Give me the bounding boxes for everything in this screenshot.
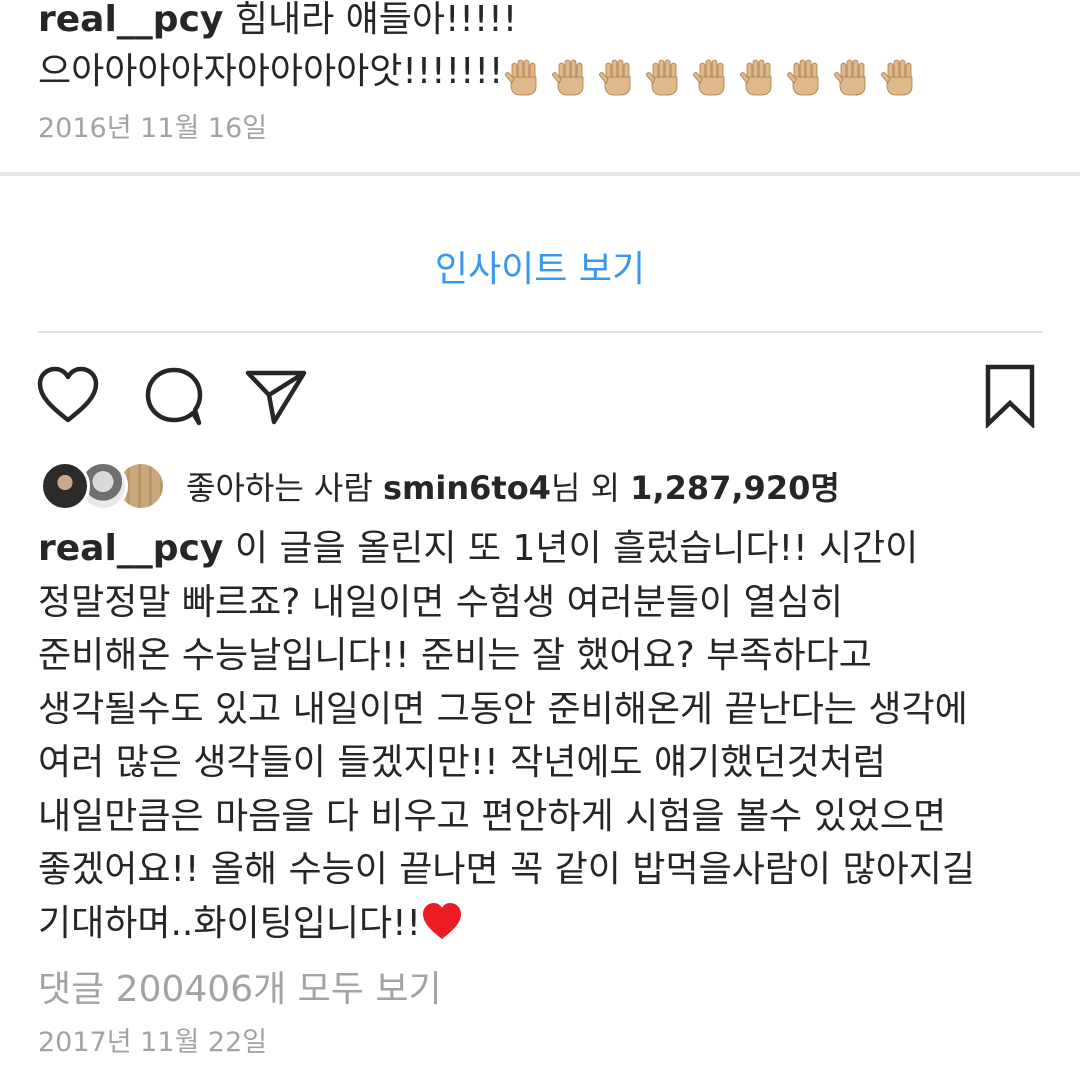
raised-hand-emoji-icon xyxy=(693,59,725,96)
previous-post-date: 2016년 11월 16일 xyxy=(38,113,268,144)
likes-suffix: 명 xyxy=(810,469,840,507)
post-caption: real__pcy 이 글을 올린지 또 1년이 흘렀습니다!! 시간이 정말정… xyxy=(38,522,1048,950)
previous-post-line-1: real__pcy 힘내라 얘들아!!!!! xyxy=(38,0,1048,46)
like-button[interactable] xyxy=(36,364,100,428)
comment-button[interactable] xyxy=(142,364,206,428)
previous-post-line-2: 으아아아아자아아아아앗!!!!!!! xyxy=(38,46,1048,102)
liker-avatars xyxy=(40,459,168,513)
raised-hand-emoji-icon xyxy=(881,59,913,96)
raised-hand-emoji-icon xyxy=(834,59,866,96)
bookmark-outline-icon xyxy=(985,364,1035,430)
heart-outline-icon xyxy=(37,366,99,423)
raised-hand-emoji-icon xyxy=(552,59,584,96)
likes-prefix: 좋아하는 사람 xyxy=(186,469,383,507)
view-all-comments-link[interactable]: 댓글 200406개 모두 보기 xyxy=(38,960,442,1012)
comment-bubble-icon xyxy=(145,367,203,426)
likes-count[interactable]: 1,287,920 xyxy=(630,469,810,507)
post-date: 2017년 11월 22일 xyxy=(38,1027,268,1058)
red-heart-icon xyxy=(422,902,461,939)
caption-username[interactable]: real__pcy xyxy=(38,528,223,569)
likes-text: 좋아하는 사람 smin6to4님 외 1,287,920명 xyxy=(186,463,840,509)
view-insights-link[interactable]: 인사이트 보기 xyxy=(0,240,1080,292)
caption-text: 기대하며..화이팅입니다!! xyxy=(38,902,421,944)
raised-hand-emoji-icon xyxy=(646,59,678,96)
liker-username[interactable]: smin6to4 xyxy=(383,469,551,507)
previous-post-text-2: 으아아아아자아아아아앗!!!!!!! xyxy=(38,51,504,92)
raised-hand-emoji-icon xyxy=(740,59,772,96)
previous-post-text-1: 힘내라 얘들아!!!!! xyxy=(223,0,518,40)
caption-line: real__pcy 이 글을 올린지 또 1년이 흘렀습니다!! 시간이 xyxy=(38,522,1048,576)
likes-middle: 님 외 xyxy=(550,469,631,507)
raised-hand-emoji-icon xyxy=(505,59,537,96)
previous-post-caption: real__pcy 힘내라 얘들아!!!!! 으아아아아자아아아아앗!!!!!!… xyxy=(38,0,1048,102)
likes-summary[interactable]: 좋아하는 사람 smin6to4님 외 1,287,920명 xyxy=(40,458,840,514)
caption-line: 준비해온 수능날입니다!! 준비는 잘 했어요? 부족하다고 xyxy=(38,635,872,676)
caption-text: 이 글을 올린지 또 1년이 흘렀습니다!! 시간이 xyxy=(223,528,919,569)
previous-post-username[interactable]: real__pcy xyxy=(38,0,223,40)
post-section-divider xyxy=(0,172,1080,176)
raised-hand-emoji-group xyxy=(503,50,926,102)
caption-line: 내일만큼은 마음을 다 비우고 편안하게 시험을 볼수 있었으면 xyxy=(38,795,947,837)
caption-line: 좋겠어요!! 올해 수능이 끝나면 꼭 같이 밥먹을사람이 많아지길 xyxy=(38,849,975,890)
caption-line: 정말정말 빠르죠? 내일이면 수험생 여러분들이 열심히 xyxy=(38,581,843,623)
caption-line: 기대하며..화이팅입니다!! xyxy=(38,897,1048,951)
paper-plane-icon xyxy=(245,370,307,425)
raised-hand-emoji-icon xyxy=(787,59,819,96)
raised-hand-emoji-icon xyxy=(599,59,631,96)
avatar xyxy=(40,461,90,511)
caption-line: 생각될수도 있고 내일이면 그동안 준비해온게 끝난다는 생각에 xyxy=(38,688,968,730)
insights-divider xyxy=(38,331,1043,333)
share-button[interactable] xyxy=(244,364,308,428)
save-button[interactable] xyxy=(982,364,1038,430)
caption-line: 여러 많은 생각들이 들겠지만!! 작년에도 얘기했던것처럼 xyxy=(38,742,886,783)
